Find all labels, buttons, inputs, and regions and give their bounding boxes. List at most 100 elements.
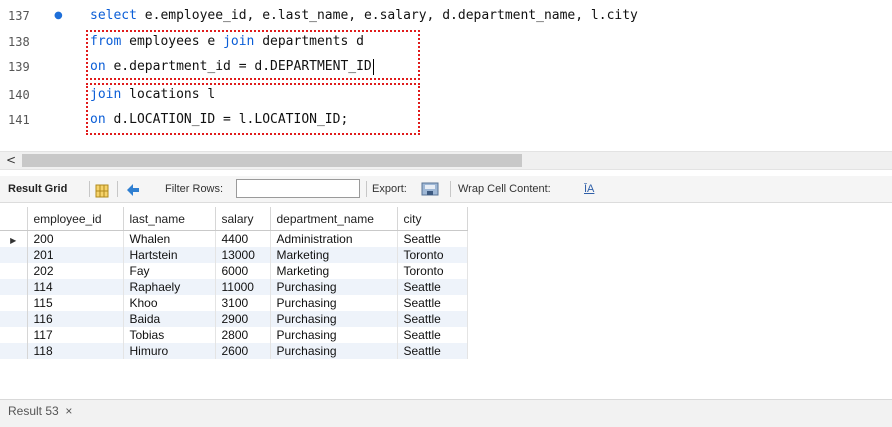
table-cell[interactable]: 2600 <box>215 343 271 359</box>
toolbar-divider <box>117 181 118 197</box>
table-cell[interactable]: Whalen <box>123 230 216 247</box>
table-cell[interactable]: 13000 <box>215 247 271 263</box>
wrap-cell-content-icon[interactable]: ĪA <box>584 176 594 202</box>
table-row[interactable]: 118 Himuro 2600 Purchasing Seattle <box>0 343 468 359</box>
result-grid-tab[interactable]: Result Grid <box>8 176 67 202</box>
table-row[interactable]: 116 Baida 2900 Purchasing Seattle <box>0 311 468 327</box>
keyword: select <box>90 8 137 23</box>
line-number: 138 <box>8 35 30 49</box>
table-cell[interactable]: 114 <box>27 279 124 295</box>
table-cell[interactable]: Seattle <box>397 343 468 359</box>
table-cell[interactable]: Purchasing <box>270 327 398 343</box>
table-row[interactable]: 201 Hartstein 13000 Marketing Toronto <box>0 247 468 263</box>
current-row-icon: ▶ <box>10 236 17 245</box>
highlight-box-join-departments <box>86 30 420 80</box>
code-fragment: e.employee_id, e.last_name, e.salary, d.… <box>136 8 638 23</box>
table-cell[interactable]: 200 <box>27 230 124 247</box>
table-cell[interactable]: 115 <box>27 295 124 311</box>
table-cell[interactable]: Raphaely <box>123 279 216 295</box>
toolbar-divider <box>89 181 90 197</box>
column-header[interactable]: department_name <box>270 207 398 231</box>
wrap-cell-content-label: Wrap Cell Content: <box>458 183 551 195</box>
row-header-corner <box>0 207 28 231</box>
close-icon[interactable]: × <box>65 404 72 418</box>
toolbar-divider <box>366 181 367 197</box>
grid-header-row: employee_id last_name salary department_… <box>0 207 468 231</box>
toolbar-divider <box>450 181 451 197</box>
table-cell[interactable]: Seattle <box>397 311 468 327</box>
filter-rows-label: Filter Rows: <box>165 183 224 195</box>
table-cell[interactable]: 6000 <box>215 263 271 279</box>
row-selector[interactable] <box>0 343 28 359</box>
scroll-left-icon[interactable]: < <box>6 152 16 169</box>
sql-editor[interactable]: 137 ● select e.employee_id, e.last_name,… <box>0 0 892 150</box>
table-cell[interactable]: Seattle <box>397 295 468 311</box>
table-cell[interactable]: Seattle <box>397 230 468 247</box>
row-selector[interactable] <box>0 279 28 295</box>
table-cell[interactable]: Administration <box>270 230 398 247</box>
result-tab[interactable]: Result 53 × <box>8 400 72 422</box>
row-selector[interactable] <box>0 327 28 343</box>
table-row[interactable]: 115 Khoo 3100 Purchasing Seattle <box>0 295 468 311</box>
table-cell[interactable]: Baida <box>123 311 216 327</box>
table-cell[interactable]: Tobias <box>123 327 216 343</box>
table-cell[interactable]: Seattle <box>397 327 468 343</box>
table-cell[interactable]: 2900 <box>215 311 271 327</box>
line-number: 141 <box>8 113 30 127</box>
table-row[interactable]: 202 Fay 6000 Marketing Toronto <box>0 263 468 279</box>
row-selector[interactable] <box>0 295 28 311</box>
filter-rows-input[interactable] <box>236 179 360 198</box>
table-row[interactable]: 114 Raphaely 11000 Purchasing Seattle <box>0 279 468 295</box>
table-cell[interactable]: Khoo <box>123 295 216 311</box>
row-selector[interactable] <box>0 311 28 327</box>
table-cell[interactable]: 201 <box>27 247 124 263</box>
table-cell[interactable]: 118 <box>27 343 124 359</box>
table-cell[interactable]: 2800 <box>215 327 271 343</box>
table-cell[interactable]: Toronto <box>397 263 468 279</box>
column-header[interactable]: employee_id <box>27 207 124 231</box>
table-cell[interactable]: 4400 <box>215 230 271 247</box>
table-cell[interactable]: Purchasing <box>270 343 398 359</box>
table-cell[interactable]: Toronto <box>397 247 468 263</box>
table-cell[interactable]: Himuro <box>123 343 216 359</box>
grid-view-icon[interactable] <box>95 182 109 198</box>
result-table: employee_id last_name salary department_… <box>0 207 468 359</box>
table-cell[interactable]: 11000 <box>215 279 271 295</box>
export-icon[interactable] <box>421 181 439 197</box>
table-cell[interactable]: Seattle <box>397 279 468 295</box>
refresh-icon[interactable] <box>124 181 142 197</box>
result-grid[interactable]: employee_id last_name salary department_… <box>0 207 892 399</box>
line-number: 137 <box>8 9 30 23</box>
code-text: select e.employee_id, e.last_name, e.sal… <box>90 4 638 28</box>
editor-horizontal-scrollbar[interactable]: < <box>0 151 892 170</box>
table-row[interactable]: ▶ 200 Whalen 4400 Administration Seattle <box>0 230 468 247</box>
table-cell[interactable]: Purchasing <box>270 311 398 327</box>
statement-marker-icon: ● <box>54 10 63 21</box>
result-tab-bar: Result 53 × <box>0 399 892 427</box>
table-cell[interactable]: Marketing <box>270 247 398 263</box>
table-cell[interactable]: Purchasing <box>270 295 398 311</box>
column-header[interactable]: last_name <box>123 207 216 231</box>
code-line-137[interactable]: 137 ● select e.employee_id, e.last_name,… <box>0 4 892 28</box>
table-cell[interactable]: Hartstein <box>123 247 216 263</box>
table-cell[interactable]: Marketing <box>270 263 398 279</box>
highlight-box-join-locations <box>86 83 420 135</box>
export-label: Export: <box>372 183 407 195</box>
line-number: 139 <box>8 60 30 74</box>
column-header[interactable]: salary <box>215 207 271 231</box>
column-header[interactable]: city <box>397 207 468 231</box>
row-selector[interactable] <box>0 263 28 279</box>
scrollbar-thumb[interactable] <box>22 154 522 167</box>
line-number: 140 <box>8 88 30 102</box>
table-cell[interactable]: 3100 <box>215 295 271 311</box>
result-toolbar: Result Grid Filter Rows: Export: Wrap Ce… <box>0 176 892 203</box>
row-selector[interactable] <box>0 247 28 263</box>
table-cell[interactable]: 116 <box>27 311 124 327</box>
row-selector[interactable]: ▶ <box>0 230 28 247</box>
table-cell[interactable]: Purchasing <box>270 279 398 295</box>
table-row[interactable]: 117 Tobias 2800 Purchasing Seattle <box>0 327 468 343</box>
result-tab-label: Result 53 <box>8 404 59 418</box>
table-cell[interactable]: 117 <box>27 327 124 343</box>
table-cell[interactable]: Fay <box>123 263 216 279</box>
table-cell[interactable]: 202 <box>27 263 124 279</box>
